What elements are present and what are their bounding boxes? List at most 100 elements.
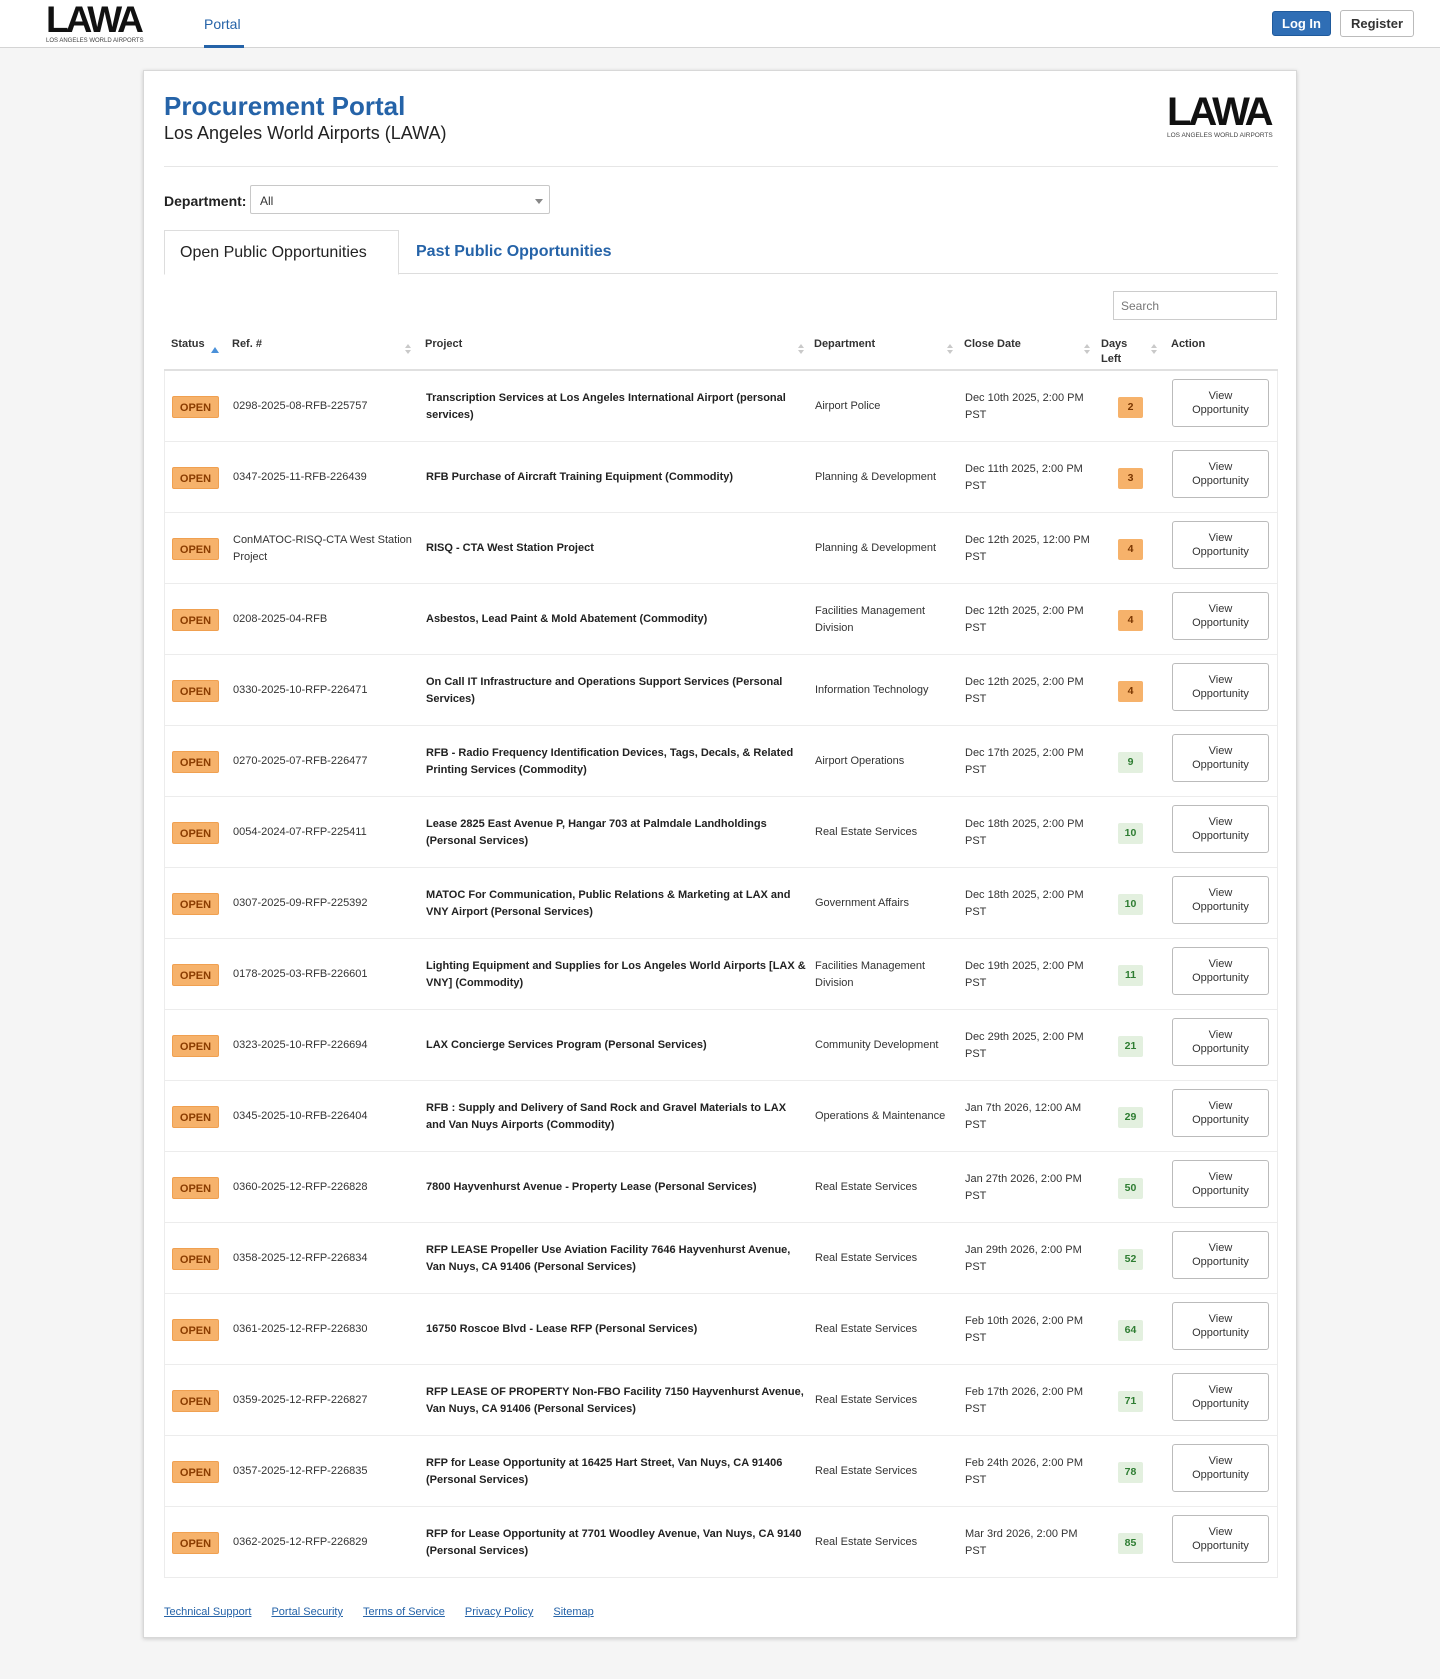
status-badge: OPEN [172,680,219,702]
view-opportunity-button[interactable]: View Opportunity [1172,379,1269,427]
department-name: Government Affairs [815,897,909,909]
tab-open-opportunities[interactable]: Open Public Opportunities [164,230,399,275]
days-left-badge: 10 [1118,823,1143,844]
view-opportunity-button[interactable]: View Opportunity [1172,1018,1269,1066]
sort-icon [947,344,953,356]
nav-tab-portal-label: Portal [204,16,241,32]
page-title: Procurement Portal [164,91,406,121]
column-header-close-date[interactable]: Close Date [964,337,1021,352]
table-row: OPEN 0330-2025-10-RFP-226471 On Call IT In… [165,655,1277,726]
view-opportunity-button[interactable]: View Opportunity [1172,947,1269,995]
department-name: Real Estate Services [815,1394,918,1406]
department-name: Community Development [815,1039,939,1051]
chevron-down-icon [535,199,543,204]
view-opportunity-button[interactable]: View Opportunity [1172,1231,1269,1279]
view-opportunity-button[interactable]: View Opportunity [1172,521,1269,569]
table-row: OPEN 0360-2025-12-RFP-226828 7800 Hayvenhu… [165,1152,1277,1223]
procurement-card: Procurement Portal Los Angeles World Air… [143,70,1297,1638]
opportunities-table: Status Ref. # Project Department Close D… [164,327,1278,1578]
days-left-badge: 4 [1118,681,1143,702]
close-date: Dec 18th 2025, 2:00 PM PST [965,889,1084,918]
view-opportunity-button[interactable]: View Opportunity [1172,1515,1269,1563]
footer-link-portal-security[interactable]: Portal Security [271,1606,343,1618]
view-opportunity-button[interactable]: View Opportunity [1172,663,1269,711]
status-badge: OPEN [172,467,219,489]
project-name: Lease 2825 East Avenue P, Hangar 703 at … [426,818,767,847]
days-left-badge: 4 [1118,610,1143,631]
view-opportunity-button[interactable]: View Opportunity [1172,1444,1269,1492]
column-header-ref[interactable]: Ref. # [232,337,262,352]
sort-ascending-icon [211,347,219,353]
status-badge: OPEN [172,396,219,418]
logo-tagline: LOS ANGELES WORLD AIRPORTS [46,38,144,44]
close-date: Dec 12th 2025, 12:00 PM PST [965,534,1090,563]
days-left-badge: 21 [1118,1036,1143,1057]
lawa-logo-large: LAWA LOS ANGELES WORLD AIRPORTS [1167,92,1277,143]
view-opportunity-button[interactable]: View Opportunity [1172,1160,1269,1208]
ref-number: 0358-2025-12-RFP-226834 [233,1252,368,1264]
department-name: Planning & Development [815,471,937,483]
view-opportunity-button[interactable]: View Opportunity [1172,1373,1269,1421]
days-left-badge: 3 [1118,468,1143,489]
department-name: Real Estate Services [815,826,918,838]
project-name: Lighting Equipment and Supplies for Los … [426,960,806,989]
column-header-days-left[interactable]: Days Left [1101,337,1133,367]
table-row: OPEN 0298-2025-08-RFB-225757 Transcription… [165,371,1277,442]
ref-number: 0361-2025-12-RFP-226830 [233,1323,368,1335]
sort-icon [1151,344,1157,356]
close-date: Jan 29th 2026, 2:00 PM PST [965,1244,1082,1273]
department-name: Airport Police [815,400,881,412]
register-button[interactable]: Register [1340,10,1414,37]
project-name: RFP LEASE Propeller Use Aviation Facilit… [426,1244,791,1273]
view-opportunity-button[interactable]: View Opportunity [1172,1089,1269,1137]
days-left-badge: 71 [1118,1391,1143,1412]
status-badge: OPEN [172,1461,219,1483]
department-select[interactable]: All [250,185,550,214]
search-input[interactable] [1113,291,1277,320]
project-name: MATOC For Communication, Public Relation… [426,889,791,918]
login-button[interactable]: Log In [1272,11,1331,36]
project-name: RFB : Supply and Delivery of Sand Rock a… [426,1102,787,1131]
tab-past-opportunities[interactable]: Past Public Opportunities [416,243,612,261]
ref-number: 0345-2025-10-RFB-226404 [233,1110,368,1122]
project-name: 16750 Roscoe Blvd - Lease RFP (Personal … [426,1323,698,1335]
status-badge: OPEN [172,1177,219,1199]
days-left-badge: 78 [1118,1462,1143,1483]
close-date: Feb 17th 2026, 2:00 PM PST [965,1386,1084,1415]
footer-link-technical-support[interactable]: Technical Support [164,1606,251,1618]
close-date: Jan 27th 2026, 2:00 PM PST [965,1173,1082,1202]
table-row: OPEN 0208-2025-04-RFB Asbestos, Lead Paint… [165,584,1277,655]
lawa-logo[interactable]: LAWA LOS ANGELES WORLD AIRPORTS [46,1,146,45]
days-left-badge: 85 [1118,1533,1143,1554]
nav-tab-portal[interactable]: Portal [204,0,244,48]
ref-number: ConMATOC-RISQ-CTA West Station Project [233,534,412,563]
nav-tab-active-indicator [204,45,244,48]
footer-link-sitemap[interactable]: Sitemap [553,1606,593,1618]
logo-large-tagline: LOS ANGELES WORLD AIRPORTS [1167,132,1273,139]
view-opportunity-button[interactable]: View Opportunity [1172,805,1269,853]
days-left-badge: 50 [1118,1178,1143,1199]
column-header-project[interactable]: Project [425,337,462,352]
table-row: OPEN 0345-2025-10-RFB-226404 RFB : Supply … [165,1081,1277,1152]
department-label: Department: [164,193,247,209]
column-header-department[interactable]: Department [814,337,875,352]
project-name: RFB - Radio Frequency Identification Dev… [426,747,794,776]
view-opportunity-button[interactable]: View Opportunity [1172,734,1269,782]
view-opportunity-button[interactable]: View Opportunity [1172,450,1269,498]
status-badge: OPEN [172,1248,219,1270]
view-opportunity-button[interactable]: View Opportunity [1172,1302,1269,1350]
column-header-status[interactable]: Status [171,337,205,352]
footer-link-terms-of-service[interactable]: Terms of Service [363,1606,445,1618]
view-opportunity-button[interactable]: View Opportunity [1172,876,1269,924]
department-name: Facilities Management Division [815,960,926,989]
project-name: RFB Purchase of Aircraft Training Equipm… [426,471,734,483]
view-opportunity-button[interactable]: View Opportunity [1172,592,1269,640]
close-date: Dec 17th 2025, 2:00 PM PST [965,747,1084,776]
table-row: OPEN 0359-2025-12-RFP-226827 RFP LEASE OF … [165,1365,1277,1436]
project-name: 7800 Hayvenhurst Avenue - Property Lease… [426,1181,757,1193]
footer-link-privacy-policy[interactable]: Privacy Policy [465,1606,533,1618]
ref-number: 0347-2025-11-RFB-226439 [233,471,367,483]
top-navbar: LAWA LOS ANGELES WORLD AIRPORTS Portal L… [0,0,1440,48]
days-left-badge: 64 [1118,1320,1143,1341]
table-row: OPEN 0361-2025-12-RFP-226830 16750 Roscoe … [165,1294,1277,1365]
